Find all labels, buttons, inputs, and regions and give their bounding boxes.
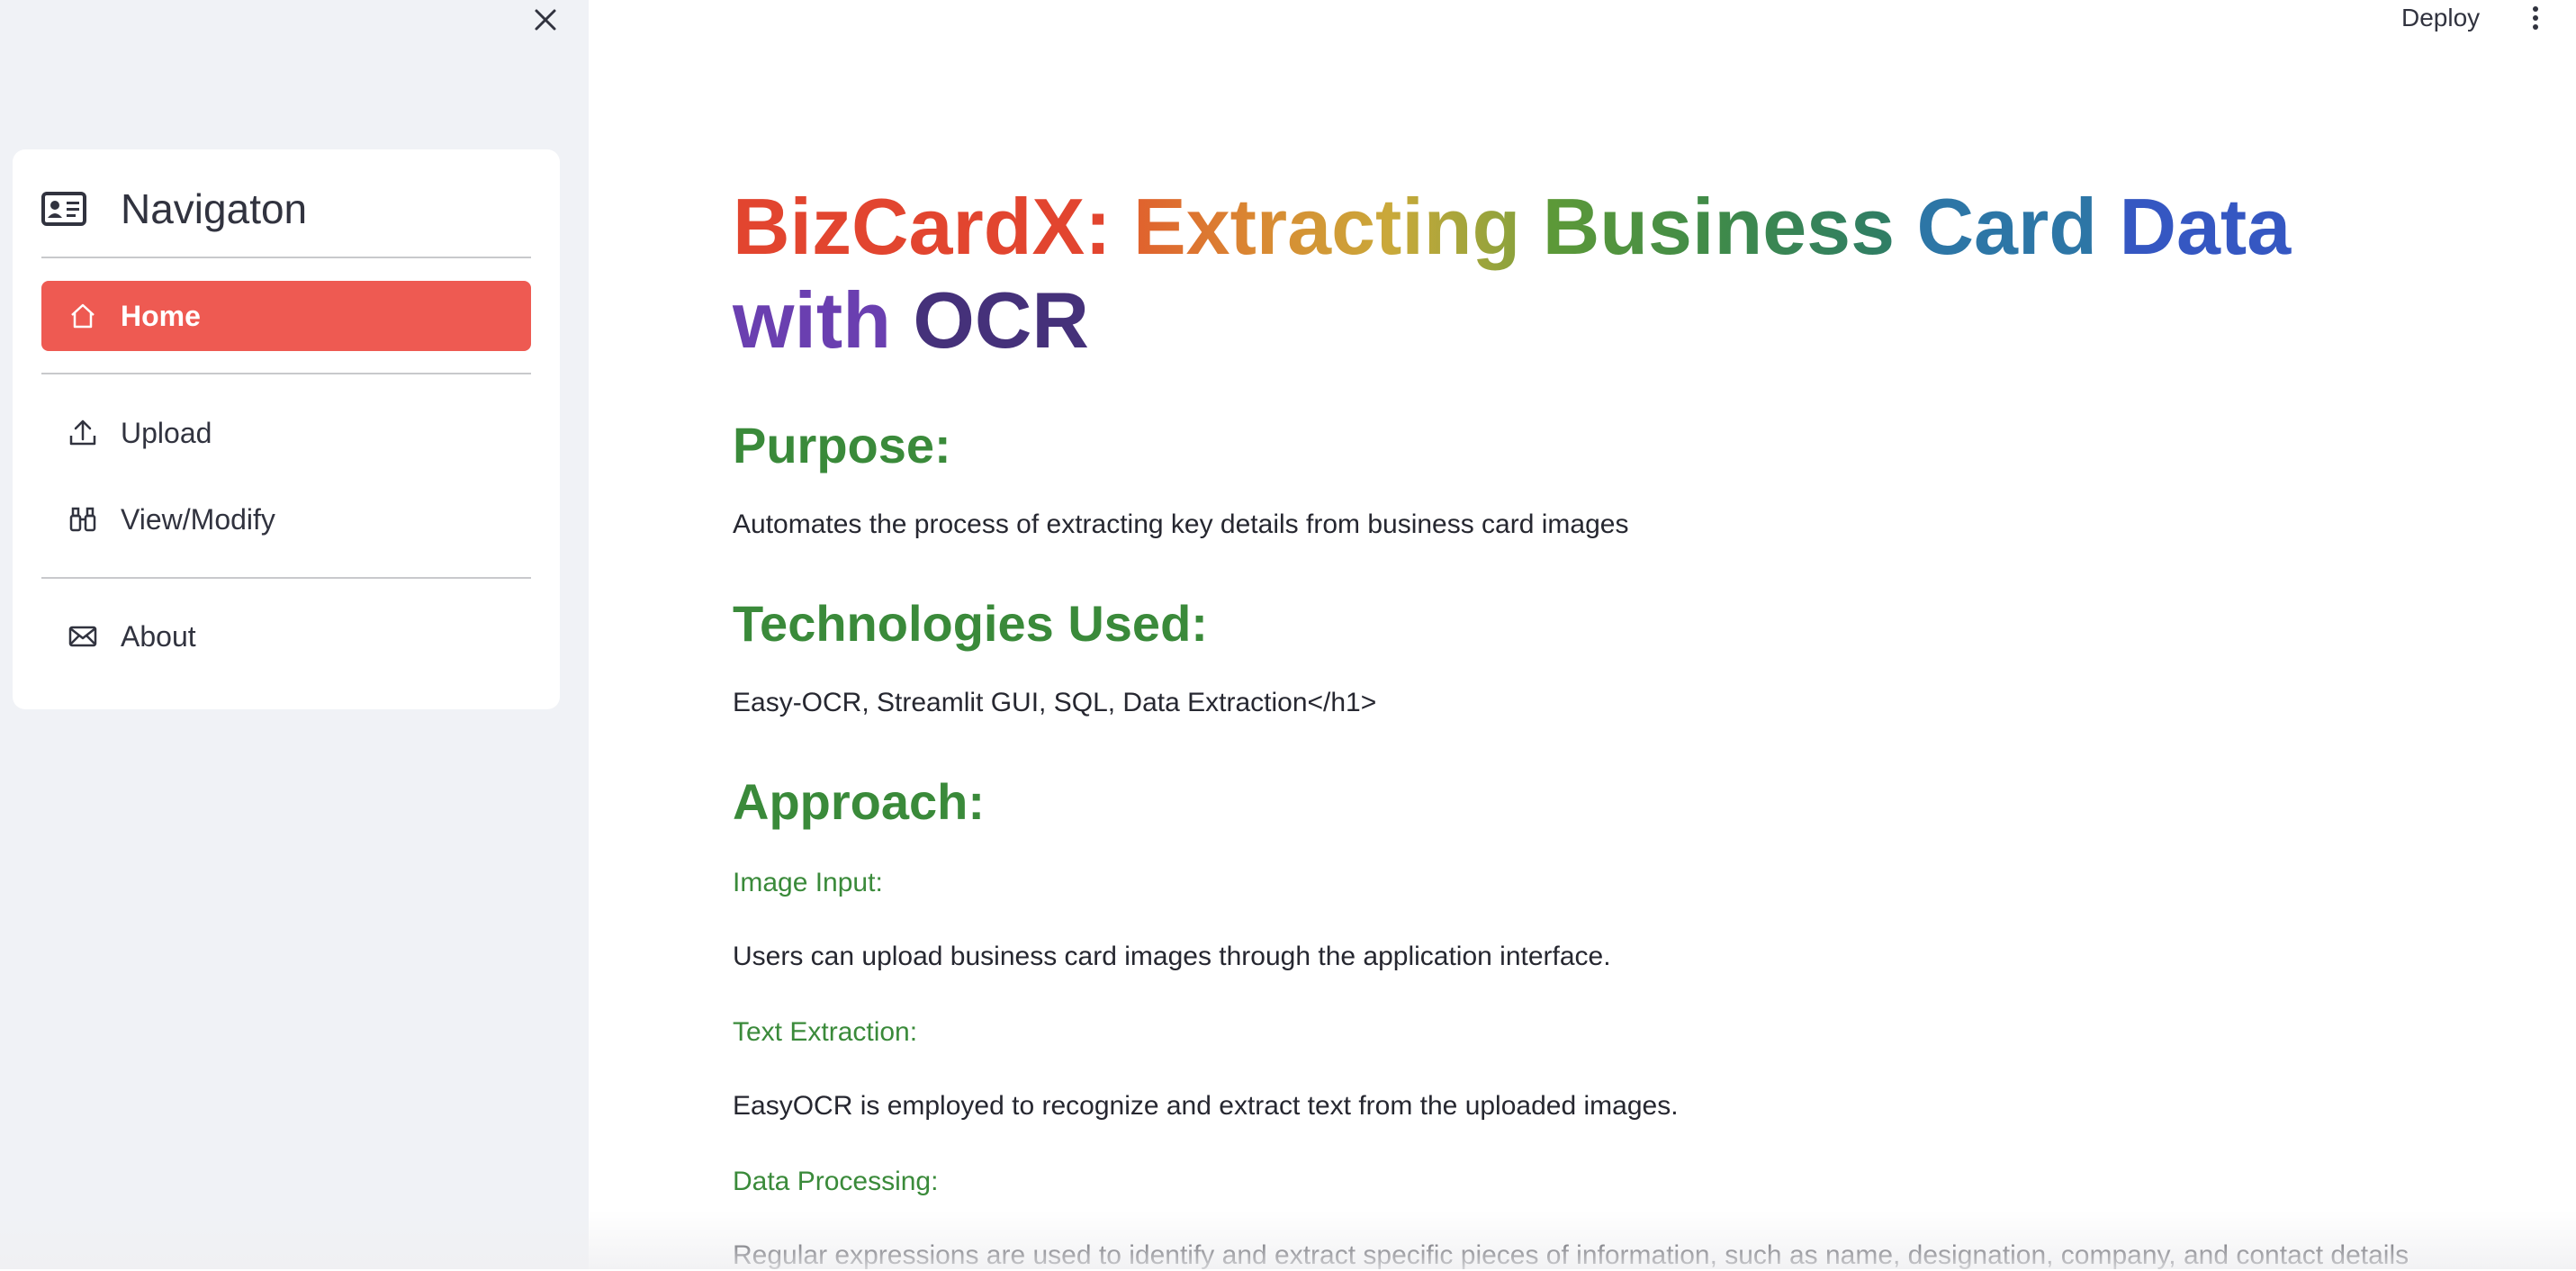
sidebar-item-upload[interactable]: Upload — [41, 398, 531, 468]
close-sidebar-button[interactable] — [529, 4, 562, 36]
purpose-heading: Purpose: — [733, 417, 951, 473]
page-title: BizCardX: Extracting Business Card Data … — [733, 180, 2443, 367]
id-card-icon — [41, 191, 86, 227]
technologies-heading: Technologies Used: — [733, 595, 1208, 652]
nav-divider — [41, 257, 531, 258]
sidebar-item-home[interactable]: Home — [41, 281, 531, 351]
step-text: Regular expressions are used to identify… — [733, 1240, 2409, 1270]
main-content: BizCardX: Extracting Business Card Data … — [733, 0, 2497, 1270]
sidebar-item-label: Home — [121, 299, 201, 332]
title-word: BizCardX: — [733, 182, 1112, 271]
house-icon — [65, 298, 101, 334]
title-word: OCR — [913, 275, 1089, 365]
upload-icon — [65, 415, 101, 451]
approach-heading: Approach: — [733, 773, 985, 830]
sidebar-item-label: Upload — [121, 416, 212, 449]
step-title: Text Extraction: — [733, 1017, 918, 1047]
sidebar: Navigaton Home Upload View/Modify About — [0, 0, 589, 1269]
step-text: EasyOCR is employed to recognize and ext… — [733, 1091, 1679, 1121]
nav-title: Navigaton — [121, 185, 308, 232]
step-title: Data Processing: — [733, 1167, 939, 1196]
sidebar-item-label: About — [121, 619, 196, 653]
main-menu-button[interactable] — [2520, 2, 2551, 34]
title-word: Extracting — [1132, 182, 1521, 271]
technologies-text: Easy-OCR, Streamlit GUI, SQL, Data Extra… — [733, 688, 1377, 717]
navigation-menu: Navigaton Home Upload View/Modify About — [13, 149, 560, 709]
binoculars-icon — [65, 501, 101, 537]
title-word: Data — [2119, 182, 2292, 271]
nav-divider — [41, 577, 531, 579]
sidebar-item-label: View/Modify — [121, 502, 275, 536]
step-text: Users can upload business card images th… — [733, 942, 1611, 971]
kebab-menu-icon — [2533, 6, 2538, 12]
sidebar-item-view-modify[interactable]: View/Modify — [41, 484, 531, 554]
step-title: Image Input: — [733, 868, 883, 897]
nav-header: Navigaton — [41, 180, 307, 238]
sidebar-item-about[interactable]: About — [41, 601, 531, 672]
envelope-icon — [65, 618, 101, 654]
title-word: Card — [1916, 182, 2097, 271]
close-icon — [535, 9, 556, 31]
title-word: with — [733, 275, 891, 365]
title-word: Business — [1542, 182, 1896, 271]
nav-divider — [41, 373, 531, 374]
purpose-text: Automates the process of extracting key … — [733, 509, 1629, 539]
